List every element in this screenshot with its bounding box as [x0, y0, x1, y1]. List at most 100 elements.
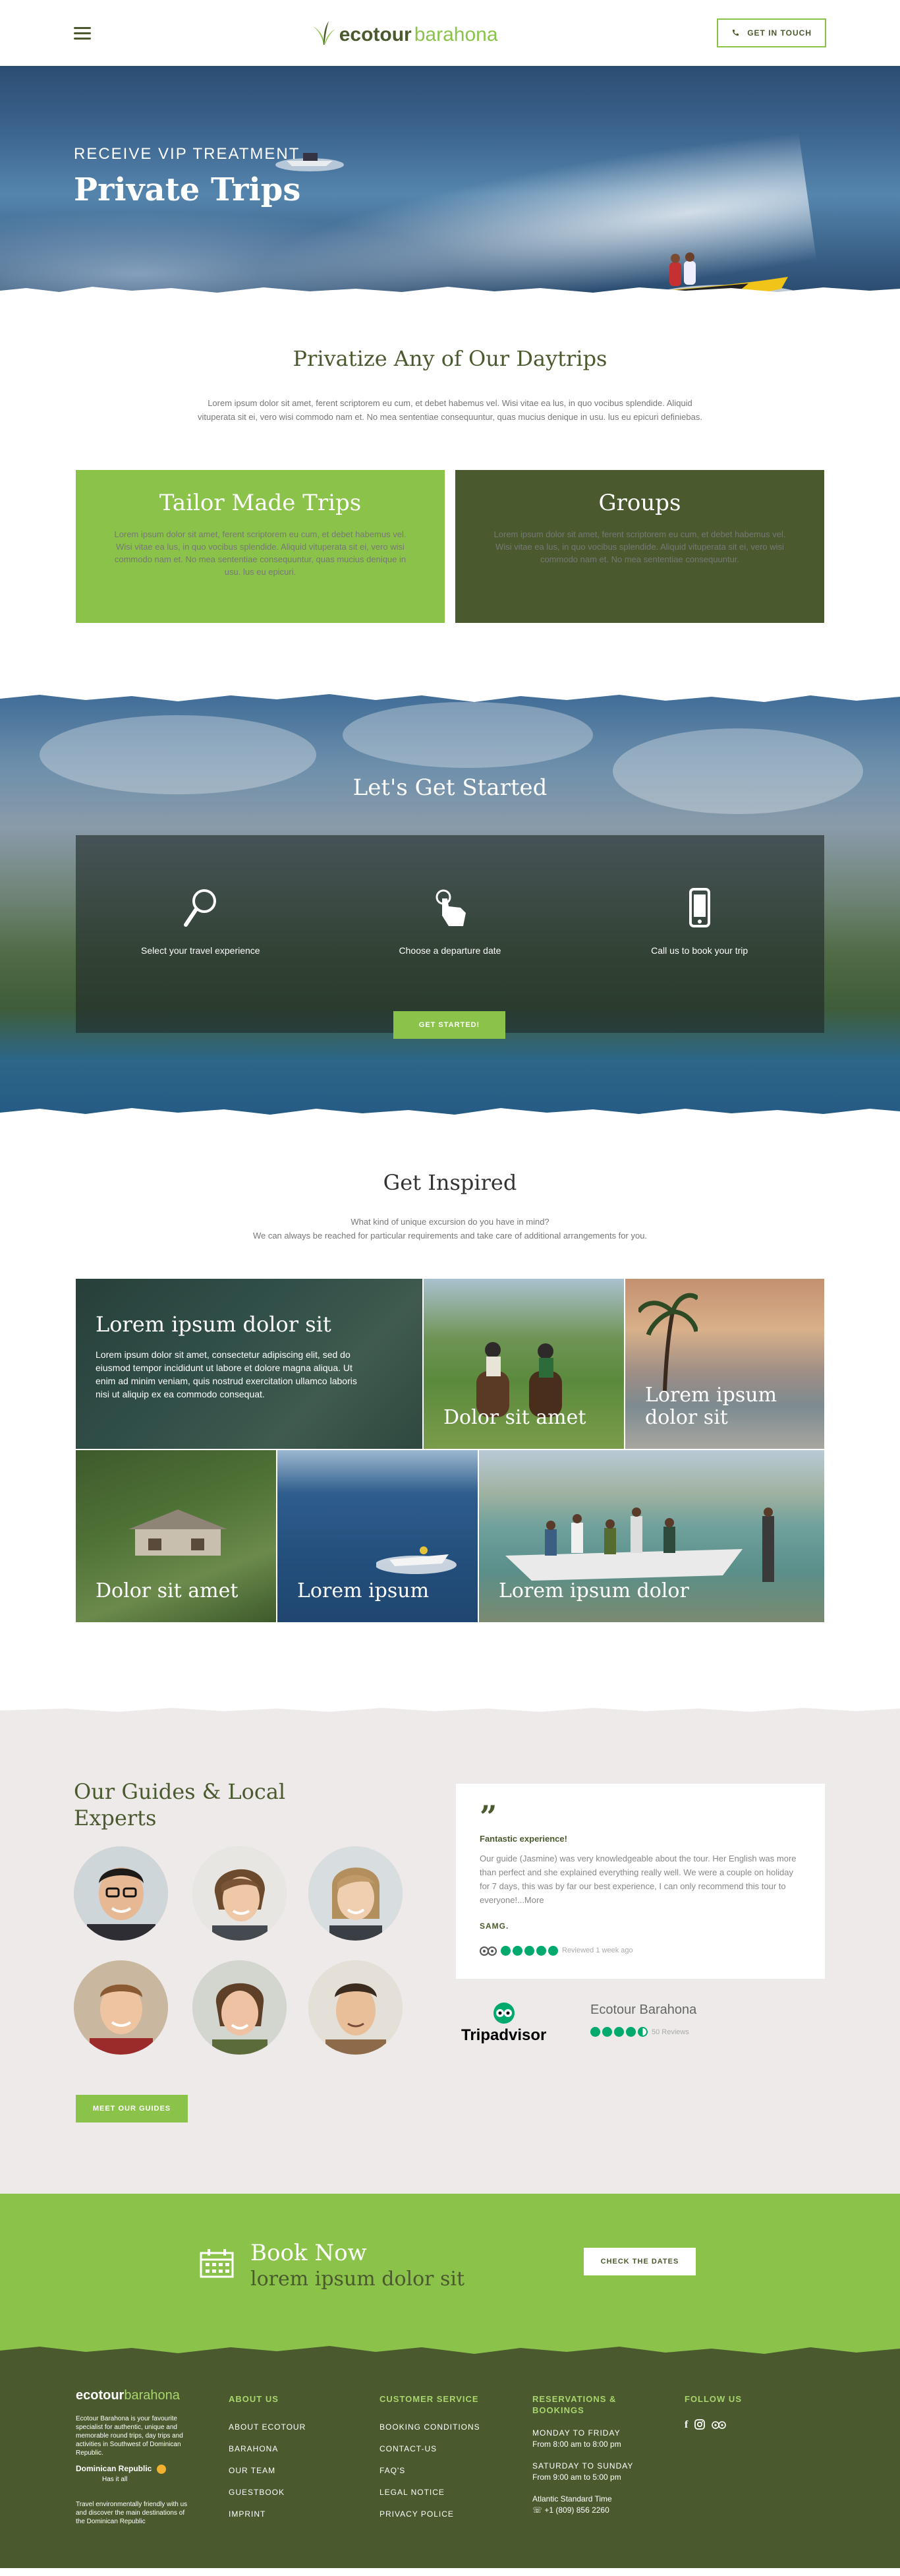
- tile-caption: Dolor sit amet: [443, 1406, 586, 1429]
- footer-link[interactable]: OUR TEAM: [229, 2460, 306, 2482]
- footer-eco-note: Travel environmentally friendly with us …: [76, 2501, 188, 2525]
- guides-title-line-1: Our Guides & Local: [74, 1779, 286, 1804]
- footer-logo[interactable]: ecotourbarahona: [76, 2388, 180, 2403]
- weekday-hours: From 8:00 am to 8:00 pm: [532, 2440, 621, 2449]
- column-heading: FOLLOW US: [685, 2394, 742, 2404]
- weekend-label: SATURDAY TO SUNDAY: [532, 2461, 634, 2471]
- column-heading: ABOUT US: [229, 2394, 279, 2404]
- site-logo[interactable]: ecotour barahona: [310, 20, 498, 46]
- inspired-line-1: What kind of unique excursion do you hav…: [351, 1217, 549, 1227]
- footer-link[interactable]: FAQ'S: [380, 2460, 480, 2482]
- review-card: ” Fantastic experience! Our guide (Jasmi…: [456, 1784, 825, 1979]
- footer-link[interactable]: PRIVACY POLICE: [380, 2503, 480, 2525]
- inspired-line-2: We can always be reached for particular …: [252, 1231, 648, 1241]
- step-label: Choose a departure date: [399, 945, 501, 956]
- excursion-tile[interactable]: Lorem ipsum: [277, 1450, 478, 1622]
- guide-avatar[interactable]: [308, 1846, 403, 1941]
- column-heading: RESERVATIONS &: [532, 2394, 617, 2404]
- card-text: Lorem ipsum dolor sit amet, ferent scrip…: [114, 529, 407, 577]
- tripadvisor-wordmark: Tripadvisor: [461, 2026, 547, 2044]
- privatize-title: Privatize Any of Our Daytrips: [293, 346, 607, 371]
- excursion-tile[interactable]: Lorem ipsum dolor: [479, 1450, 824, 1622]
- book-now-section: Book Now lorem ipsum dolor sit CHECK THE…: [0, 2194, 900, 2342]
- review-title: Fantastic experience!: [480, 1834, 567, 1844]
- leaf-logo-icon: [312, 21, 335, 45]
- step-select-experience: Select your travel experience: [101, 887, 299, 1033]
- get-in-touch-button[interactable]: GET IN TOUCH: [717, 18, 826, 47]
- guide-avatar[interactable]: [192, 1960, 287, 2055]
- groups-card[interactable]: Groups Lorem ipsum dolor sit amet, feren…: [455, 470, 824, 623]
- review-date: Reviewed 1 week ago: [562, 1947, 633, 1954]
- book-now-title: Book Now: [250, 2240, 367, 2266]
- menu-icon[interactable]: [74, 26, 91, 40]
- get-started-button[interactable]: GET STARTED!: [393, 1011, 505, 1039]
- footer-about-us-column: ABOUT US ABOUT ECOTOUR BARAHONA OUR TEAM…: [229, 2393, 306, 2525]
- get-inspired-section: Get Inspired What kind of unique excursi…: [0, 1121, 900, 1706]
- card-title: Groups: [598, 490, 681, 516]
- tile-caption: Dolor sit amet: [96, 1579, 239, 1602]
- featured-title: Lorem ipsum dolor sit: [96, 1312, 331, 1337]
- step-call-us: Call us to book your trip: [601, 887, 799, 1033]
- privatize-text: Lorem ipsum dolor sit amet, ferent scrip…: [198, 398, 702, 422]
- tripadvisor-logo[interactable]: Tripadvisor: [461, 2003, 546, 2045]
- trip-type-cards: Tailor Made Trips Lorem ipsum dolor sit …: [76, 470, 824, 623]
- excursion-tile[interactable]: Lorem ipsum dolor sit: [625, 1279, 824, 1449]
- guide-avatar[interactable]: [74, 1960, 168, 2055]
- step-label: Select your travel experience: [141, 945, 260, 956]
- check-the-dates-button[interactable]: CHECK THE DATES: [584, 2248, 696, 2275]
- site-header: ecotour barahona GET IN TOUCH: [0, 0, 900, 66]
- timezone: Atlantic Standard Time: [532, 2494, 612, 2503]
- instagram-icon[interactable]: [694, 2419, 706, 2430]
- quote-icon: ”: [480, 1799, 497, 1834]
- tailor-made-card[interactable]: Tailor Made Trips Lorem ipsum dolor sit …: [76, 470, 445, 623]
- footer-logo-eco: ecotour: [76, 2388, 125, 2403]
- meet-our-guides-button[interactable]: MEET OUR GUIDES: [76, 2095, 188, 2122]
- footer-reservations-column: RESERVATIONS & BOOKINGS MONDAY TO FRIDAY …: [532, 2393, 633, 2516]
- guide-avatar[interactable]: [74, 1846, 168, 1941]
- get-started-title: Let's Get Started: [352, 775, 548, 801]
- review-author: SAMG.: [480, 1921, 509, 1931]
- get-in-touch-label: GET IN TOUCH: [747, 28, 812, 38]
- business-review-count: 50 Reviews: [652, 2028, 689, 2036]
- guides-title-line-2: Experts: [74, 1805, 157, 1830]
- footer-link[interactable]: CONTACT-US: [380, 2438, 480, 2460]
- business-rating-dots: [590, 2027, 648, 2037]
- tripadvisor-business: Ecotour Barahona 50 Reviews: [590, 2003, 696, 2037]
- speedboat-image: [376, 1546, 457, 1574]
- get-inspired-title: Get Inspired: [383, 1170, 517, 1195]
- get-started-section: Let's Get Started Select your travel exp…: [0, 689, 900, 1121]
- book-now-tagline: lorem ipsum dolor sit: [250, 2268, 465, 2291]
- tile-caption: Lorem ipsum: [297, 1579, 430, 1602]
- footer-link[interactable]: GUESTBOOK: [229, 2482, 306, 2503]
- footer-link[interactable]: LEGAL NOTICE: [380, 2482, 480, 2503]
- excursion-grid: Lorem ipsum dolor sit Lorem ipsum dolor …: [76, 1279, 824, 1622]
- footer-link[interactable]: BARAHONA: [229, 2438, 306, 2460]
- featured-text: Lorem ipsum dolor sit amet, consectetur …: [96, 1349, 357, 1399]
- tripadvisor-icon[interactable]: [712, 2419, 727, 2430]
- phone-number[interactable]: +1 (809) 856 2260: [544, 2505, 609, 2515]
- excursion-tile[interactable]: Dolor sit amet: [76, 1450, 276, 1622]
- phone-icon: ☏: [532, 2505, 543, 2515]
- featured-excursion-tile[interactable]: Lorem ipsum dolor sit Lorem ipsum dolor …: [76, 1279, 422, 1449]
- hero-banner: RECEIVE VIP TREATMENT Private Trips: [0, 66, 900, 300]
- guide-avatar[interactable]: [308, 1960, 403, 2055]
- site-footer: ecotourbarahona Ecotour Barahona is your…: [0, 2341, 900, 2568]
- review-rating-dots: [501, 1945, 558, 1956]
- logo-text-eco: ecotour: [339, 24, 412, 45]
- guides-section: Our Guides & Local Experts MEET OUR GUID…: [0, 1705, 900, 2194]
- business-name: Ecotour Barahona: [590, 2003, 697, 2017]
- footer-about-text: Ecotour Barahona is your favourite speci…: [76, 2415, 183, 2457]
- excursion-tile[interactable]: Dolor sit amet: [424, 1279, 624, 1449]
- guide-avatar[interactable]: [192, 1846, 287, 1941]
- sun-icon: [156, 2464, 166, 2474]
- footer-link[interactable]: IMPRINT: [229, 2503, 306, 2525]
- tile-caption: Lorem ipsum dolor sit: [645, 1384, 777, 1429]
- footer-link[interactable]: ABOUT ECOTOUR: [229, 2416, 306, 2438]
- footer-link[interactable]: BOOKING CONDITIONS: [380, 2416, 480, 2438]
- facebook-icon[interactable]: f: [685, 2419, 688, 2431]
- review-text: Our guide (Jasmine) was very knowledgeab…: [480, 1854, 797, 1905]
- lodge-image: [128, 1509, 227, 1556]
- card-title: Tailor Made Trips: [159, 490, 362, 516]
- footer-logo-barahona: barahona: [124, 2388, 180, 2403]
- dr-brand-line-2: Has it all: [102, 2475, 128, 2483]
